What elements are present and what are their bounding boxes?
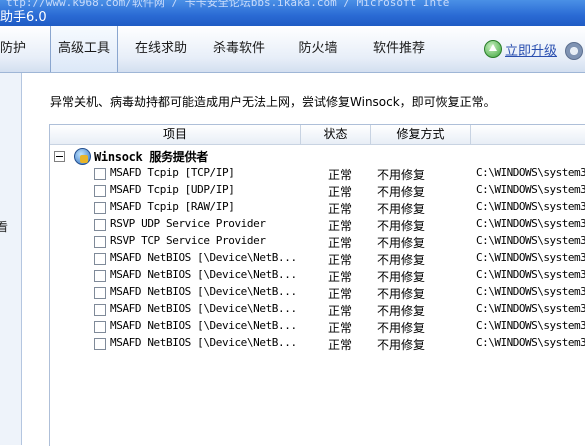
- tab-antivirus[interactable]: 杀毒软件: [206, 26, 272, 72]
- row-path: C:\WINDOWS\system32: [476, 251, 585, 264]
- row-status: 正常: [328, 321, 353, 335]
- row-item-name: RSVP TCP Service Provider: [110, 234, 266, 247]
- row-checkbox[interactable]: [94, 236, 106, 248]
- row-status: 正常: [328, 185, 353, 199]
- table-row[interactable]: RSVP UDP Service Provider 正常 不用修复 C:\WINDOW…: [50, 216, 585, 233]
- row-fix-method: 不用修复: [377, 168, 426, 182]
- row-status: 正常: [328, 202, 353, 216]
- row-fix-method: 不用修复: [377, 253, 426, 267]
- row-fix-method: 不用修复: [377, 236, 426, 250]
- row-checkbox[interactable]: [94, 185, 106, 197]
- row-status: 正常: [328, 270, 353, 284]
- row-item-name: MSAFD NetBIOS [\Device\NetB...: [110, 302, 297, 315]
- row-item-name: MSAFD NetBIOS [\Device\NetB...: [110, 251, 297, 264]
- row-fix-method: 不用修复: [377, 338, 426, 352]
- table-row[interactable]: MSAFD NetBIOS [\Device\NetB... 正常 不用修复 C:\W…: [50, 284, 585, 301]
- row-item-name: RSVP UDP Service Provider: [110, 217, 266, 230]
- row-item-name: MSAFD Tcpip [UDP/IP]: [110, 183, 235, 196]
- row-status: 正常: [328, 219, 353, 233]
- row-path: C:\WINDOWS\system32: [476, 319, 585, 332]
- row-item-name: MSAFD NetBIOS [\Device\NetB...: [110, 336, 297, 349]
- column-header-status[interactable]: 状态: [301, 125, 371, 144]
- table-header: 项目 状态 修复方式: [50, 125, 585, 145]
- row-path: C:\WINDOWS\system32: [476, 166, 585, 179]
- title-bar: ttp://www.k968.com/软件网 / 卡卡安全论坛bbs.ikaka…: [0, 0, 585, 26]
- row-item-name: MSAFD NetBIOS [\Device\NetB...: [110, 285, 297, 298]
- row-fix-method: 不用修复: [377, 304, 426, 318]
- table-row[interactable]: MSAFD NetBIOS [\Device\NetB... 正常 不用修复 C:\W…: [50, 250, 585, 267]
- row-item-name: MSAFD NetBIOS [\Device\NetB...: [110, 268, 297, 281]
- row-path: C:\WINDOWS\system32: [476, 285, 585, 298]
- tab-bar: 防护 高级工具 在线求助 杀毒软件 防火墙 软件推荐 立即升级: [0, 26, 585, 73]
- tab-protection[interactable]: 防护: [0, 26, 32, 72]
- table-row[interactable]: MSAFD Tcpip [TCP/IP] 正常 不用修复 C:\WINDOWS\sys…: [50, 165, 585, 182]
- row-path: C:\WINDOWS\system32: [476, 183, 585, 196]
- table-row[interactable]: MSAFD Tcpip [RAW/IP] 正常 不用修复 C:\WINDOWS\sys…: [50, 199, 585, 216]
- table-row[interactable]: RSVP TCP Service Provider 正常 不用修复 C:\WINDOW…: [50, 233, 585, 250]
- tab-software-recommend[interactable]: 软件推荐: [364, 26, 434, 72]
- row-status: 正常: [328, 304, 353, 318]
- row-fix-method: 不用修复: [377, 321, 426, 335]
- row-checkbox[interactable]: [94, 304, 106, 316]
- row-path: C:\WINDOWS\system32: [476, 234, 585, 247]
- row-fix-method: 不用修复: [377, 185, 426, 199]
- row-checkbox[interactable]: [94, 219, 106, 231]
- winsock-table: 项目 状态 修复方式 Winsock 服务提供者 MSAFD Tcpip [TC…: [49, 124, 585, 446]
- table-row[interactable]: MSAFD Tcpip [UDP/IP] 正常 不用修复 C:\WINDOWS\sys…: [50, 182, 585, 199]
- title-url-overlay: ttp://www.k968.com/软件网 / 卡卡安全论坛bbs.ikaka…: [6, 0, 450, 9]
- table-row[interactable]: MSAFD NetBIOS [\Device\NetB... 正常 不用修复 C:\W…: [50, 318, 585, 335]
- row-fix-method: 不用修复: [377, 219, 426, 233]
- upgrade-link[interactable]: 立即升级: [484, 40, 558, 59]
- column-header-item[interactable]: 项目: [50, 125, 301, 144]
- row-path: C:\WINDOWS\system32: [476, 336, 585, 349]
- row-fix-method: 不用修复: [377, 202, 426, 216]
- column-header-fix[interactable]: 修复方式: [371, 125, 471, 144]
- row-path: C:\WINDOWS\system32: [476, 200, 585, 213]
- table-row[interactable]: MSAFD NetBIOS [\Device\NetB... 正常 不用修复 C:\W…: [50, 301, 585, 318]
- sidebar-item-label[interactable]: 看: [0, 218, 8, 235]
- winsock-globe-icon: [74, 148, 91, 165]
- row-checkbox[interactable]: [94, 321, 106, 333]
- info-text: 异常关机、病毒劫持都可能造成用户无法上网，尝试修复Winsock，即可恢复正常。: [50, 95, 496, 109]
- row-path: C:\WINDOWS\system32: [476, 302, 585, 315]
- upgrade-arrow-icon: [484, 40, 502, 58]
- row-status: 正常: [328, 236, 353, 250]
- row-status: 正常: [328, 168, 353, 182]
- table-row[interactable]: MSAFD NetBIOS [\Device\NetB... 正常 不用修复 C:\W…: [50, 335, 585, 352]
- row-item-name: MSAFD NetBIOS [\Device\NetB...: [110, 319, 297, 332]
- tab-advanced-tools[interactable]: 高级工具: [50, 26, 118, 72]
- row-checkbox[interactable]: [94, 253, 106, 265]
- row-status: 正常: [328, 253, 353, 267]
- group-label: Winsock 服务提供者: [94, 150, 208, 164]
- table-row[interactable]: MSAFD NetBIOS [\Device\NetB... 正常 不用修复 C:\W…: [50, 267, 585, 284]
- group-winsock: Winsock 服务提供者: [50, 147, 585, 165]
- upgrade-label: 立即升级: [505, 43, 558, 59]
- row-fix-method: 不用修复: [377, 270, 426, 284]
- collapse-icon[interactable]: [54, 151, 65, 162]
- left-sidebar: 看: [0, 73, 22, 445]
- window-title: 助手6.0: [0, 10, 47, 25]
- row-checkbox[interactable]: [94, 287, 106, 299]
- tab-firewall[interactable]: 防火墙: [288, 26, 348, 72]
- row-path: C:\WINDOWS\system32: [476, 268, 585, 281]
- row-status: 正常: [328, 287, 353, 301]
- row-path: C:\WINDOWS\system32: [476, 217, 585, 230]
- column-header-path[interactable]: [471, 125, 585, 144]
- row-fix-method: 不用修复: [377, 287, 426, 301]
- settings-icon[interactable]: [565, 42, 583, 60]
- row-status: 正常: [328, 338, 353, 352]
- row-item-name: MSAFD Tcpip [TCP/IP]: [110, 166, 235, 179]
- row-checkbox[interactable]: [94, 168, 106, 180]
- row-checkbox[interactable]: [94, 202, 106, 214]
- row-item-name: MSAFD Tcpip [RAW/IP]: [110, 200, 235, 213]
- row-checkbox[interactable]: [94, 270, 106, 282]
- main-panel: 异常关机、病毒劫持都可能造成用户无法上网，尝试修复Winsock，即可恢复正常。…: [22, 73, 585, 446]
- tab-online-help[interactable]: 在线求助: [128, 26, 194, 72]
- row-checkbox[interactable]: [94, 338, 106, 350]
